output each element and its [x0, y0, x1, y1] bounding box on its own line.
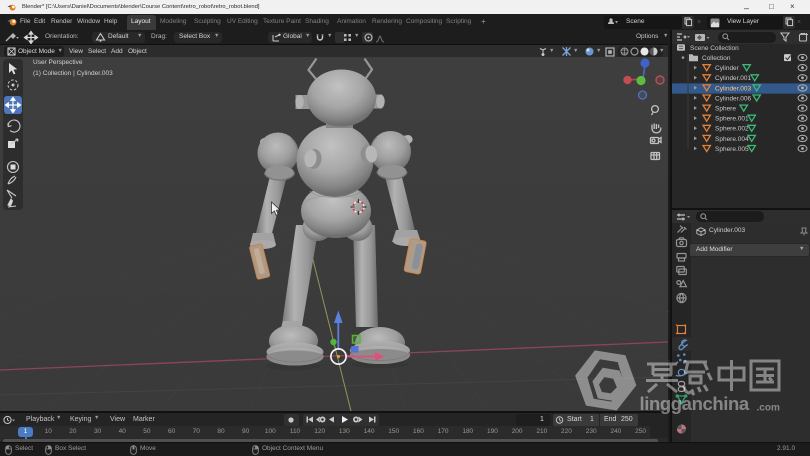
svg-text:Cylinder.003: Cylinder.003	[715, 85, 752, 92]
svg-text:Sphere.004: Sphere.004	[715, 136, 749, 143]
svg-text:Cylinder.001: Cylinder.001	[715, 75, 752, 82]
svg-text:Sphere.001: Sphere.001	[715, 116, 749, 123]
svg-text:Sphere.005: Sphere.005	[715, 146, 749, 153]
svg-text:Sphere.002: Sphere.002	[715, 126, 749, 133]
svg-text:Scene Collection: Scene Collection	[690, 45, 739, 52]
svg-text:Cylinder.006: Cylinder.006	[715, 95, 752, 102]
svg-text:Collection: Collection	[702, 55, 731, 62]
svg-text:Sphere: Sphere	[715, 106, 736, 113]
svg-text:lingganchina: lingganchina	[640, 393, 750, 414]
svg-text:Cylinder: Cylinder	[715, 65, 740, 72]
svg-text:.com: .com	[757, 403, 780, 414]
